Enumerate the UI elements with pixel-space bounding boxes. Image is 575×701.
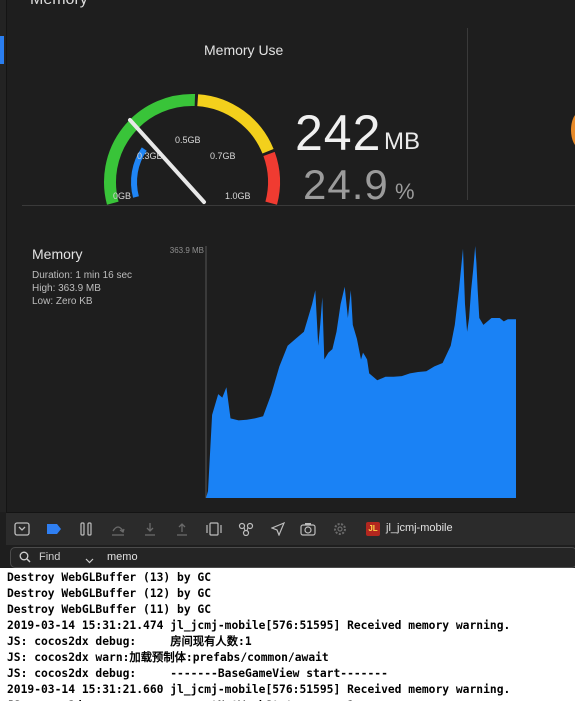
chart-y-max-label: 363.9 MB: [170, 246, 204, 255]
search-icon: [19, 550, 31, 568]
find-input[interactable]: memo: [107, 551, 138, 563]
step-out-icon[interactable]: [174, 521, 190, 537]
chart-duration: Duration: 1 min 16 sec: [32, 270, 133, 281]
navigator-selection[interactable]: [0, 36, 4, 64]
section-title: Memory: [30, 0, 88, 9]
breakpoints-icon[interactable]: [46, 521, 62, 537]
memory-gauge: 0GB0.3GB0.5GB0.7GB1.0GB: [104, 94, 280, 205]
gauge-band-mid: [197, 94, 274, 154]
console-line: 2019-03-14 15:31:21.474 jl_jcmj-mobile[5…: [7, 619, 511, 632]
gauge-scale-label: 0.5GB: [175, 135, 201, 145]
app-name[interactable]: jl_jcmj-mobile: [386, 522, 453, 534]
console-line: Destroy WebGLBuffer (11) by GC: [7, 603, 212, 616]
location-icon[interactable]: [270, 521, 286, 537]
console-output[interactable]: Destroy WebGLBuffer (13) by GC Destroy We…: [0, 568, 575, 701]
find-field[interactable]: Find memo: [10, 547, 575, 568]
console-line: JS: cocos2dx debug: 房间现有人数:1: [7, 635, 252, 648]
memory-value: 242: [295, 105, 382, 161]
panel-divider-horizontal: [22, 205, 575, 206]
step-over-icon[interactable]: [110, 521, 126, 537]
pause-icon[interactable]: [78, 521, 94, 537]
screenshot-icon[interactable]: [300, 521, 316, 537]
chart-title: Memory: [32, 246, 83, 262]
memory-use-panel: Memory Use 0GB 0.3GB 0.5GB 0.7GB 1.0GB 242 M…: [22, 22, 575, 208]
navigator-strip: [0, 0, 7, 512]
view-hierarchy-icon[interactable]: [206, 521, 222, 537]
step-in-icon[interactable]: [142, 521, 158, 537]
memory-percent: 24.9: [303, 161, 389, 208]
settings-icon[interactable]: [332, 521, 348, 537]
gauge-scale-label: 0GB: [113, 191, 131, 201]
app-icon: JL: [366, 522, 380, 536]
console-line: JS: cocos2dx warn:加载预制体:prefabs/common/a…: [7, 651, 329, 664]
memory-area-series: [206, 246, 516, 498]
chart-high: High: 363.9 MB: [32, 283, 101, 294]
memory-unit: MB: [384, 128, 420, 155]
chart-low: Low: Zero KB: [32, 296, 93, 307]
memory-chart: 363.9 MB Memory Duration: 1 min 16 sec H…: [22, 236, 575, 506]
console-line: Destroy WebGLBuffer (12) by GC: [7, 587, 212, 600]
find-bar: Find memo: [6, 545, 575, 568]
gauge-scale-label: 1.0GB: [225, 191, 251, 201]
console-line: Destroy WebGLBuffer (13) by GC: [7, 571, 212, 584]
gauge-band-high: [263, 151, 280, 205]
console-line: JS: cocos2dx debug: -------BaseGameView …: [7, 667, 388, 680]
find-mode-label[interactable]: Find: [39, 551, 60, 563]
memory-percent-unit: %: [395, 179, 415, 204]
memory-graph-icon[interactable]: [238, 521, 254, 537]
console-line: 2019-03-14 15:31:21.660 jl_jcmj-mobile[5…: [7, 683, 511, 696]
gauge-scale-label: 0.7GB: [210, 151, 236, 161]
debug-toolbar: JL jl_jcmj-mobile: [6, 512, 575, 546]
console-toggle-icon[interactable]: [14, 521, 30, 537]
gauge-title: Memory Use: [204, 42, 284, 58]
